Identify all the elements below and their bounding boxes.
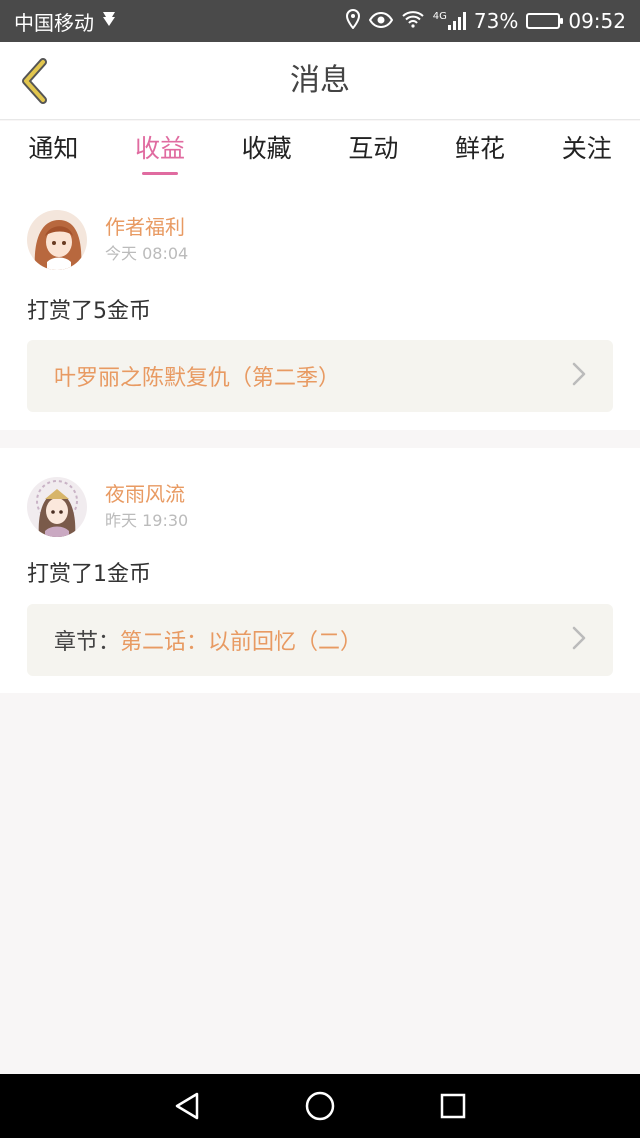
tab-notifications[interactable]: 通知 xyxy=(0,121,107,183)
reward-text: 打赏了1金币 xyxy=(27,562,151,587)
nav-recents-button[interactable] xyxy=(428,1081,478,1131)
chevron-right-icon xyxy=(572,362,586,390)
timestamp: 昨天 19:30 xyxy=(105,511,189,530)
nav-back-button[interactable] xyxy=(162,1081,212,1131)
avatar[interactable] xyxy=(27,477,87,537)
tab-earnings[interactable]: 收益 xyxy=(107,121,214,183)
network-type-label: 4G xyxy=(432,11,447,22)
timestamp: 今天 08:04 xyxy=(105,244,189,263)
work-title: 叶罗丽之陈默复仇（第二季） xyxy=(54,366,341,391)
system-nav-bar xyxy=(0,1074,640,1138)
reward-text: 打赏了5金币 xyxy=(27,299,151,324)
tab-bar: 通知 收益 收藏 互动 鲜花 关注 xyxy=(0,121,640,183)
app-header: 消息 xyxy=(0,42,640,120)
chapter-title: 第二话：以前回忆（二） xyxy=(120,630,363,655)
eye-icon xyxy=(368,9,393,33)
tab-following[interactable]: 关注 xyxy=(533,121,640,183)
page-title: 消息 xyxy=(290,63,350,98)
status-bar: 中国移动 4G 73% 09:52 xyxy=(0,0,640,42)
tab-interactions[interactable]: 互动 xyxy=(320,121,427,183)
triangle-back-icon xyxy=(175,1092,198,1120)
signal-icon xyxy=(447,12,466,30)
tab-favorites[interactable]: 收藏 xyxy=(213,121,320,183)
square-recents-icon xyxy=(441,1093,466,1119)
circle-home-icon xyxy=(305,1091,335,1121)
tab-flowers[interactable]: 鲜花 xyxy=(427,121,534,183)
location-icon xyxy=(345,8,361,34)
notification-icon xyxy=(100,9,118,33)
chapter-prefix: 章节： xyxy=(54,630,121,655)
username[interactable]: 夜雨风流 xyxy=(105,480,188,508)
chevron-right-icon xyxy=(572,626,586,654)
message-card: 夜雨风流 昨天 19:30 打赏了1金币 章节： 第二话：以前回忆（二） xyxy=(0,448,640,693)
wifi-icon xyxy=(401,9,425,33)
battery-icon xyxy=(526,13,564,29)
message-card: 作者福利 今天 08:04 打赏了5金币 叶罗丽之陈默复仇（第二季） xyxy=(0,183,640,430)
carrier-label: 中国移动 xyxy=(14,10,94,35)
nav-home-button[interactable] xyxy=(295,1081,345,1131)
battery-percent: 73% xyxy=(473,9,519,33)
username[interactable]: 作者福利 xyxy=(105,213,188,241)
chapter-link[interactable]: 章节： 第二话：以前回忆（二） xyxy=(27,604,613,676)
avatar[interactable] xyxy=(27,210,87,270)
clock: 09:52 xyxy=(568,9,626,33)
work-link[interactable]: 叶罗丽之陈默复仇（第二季） xyxy=(27,340,613,412)
